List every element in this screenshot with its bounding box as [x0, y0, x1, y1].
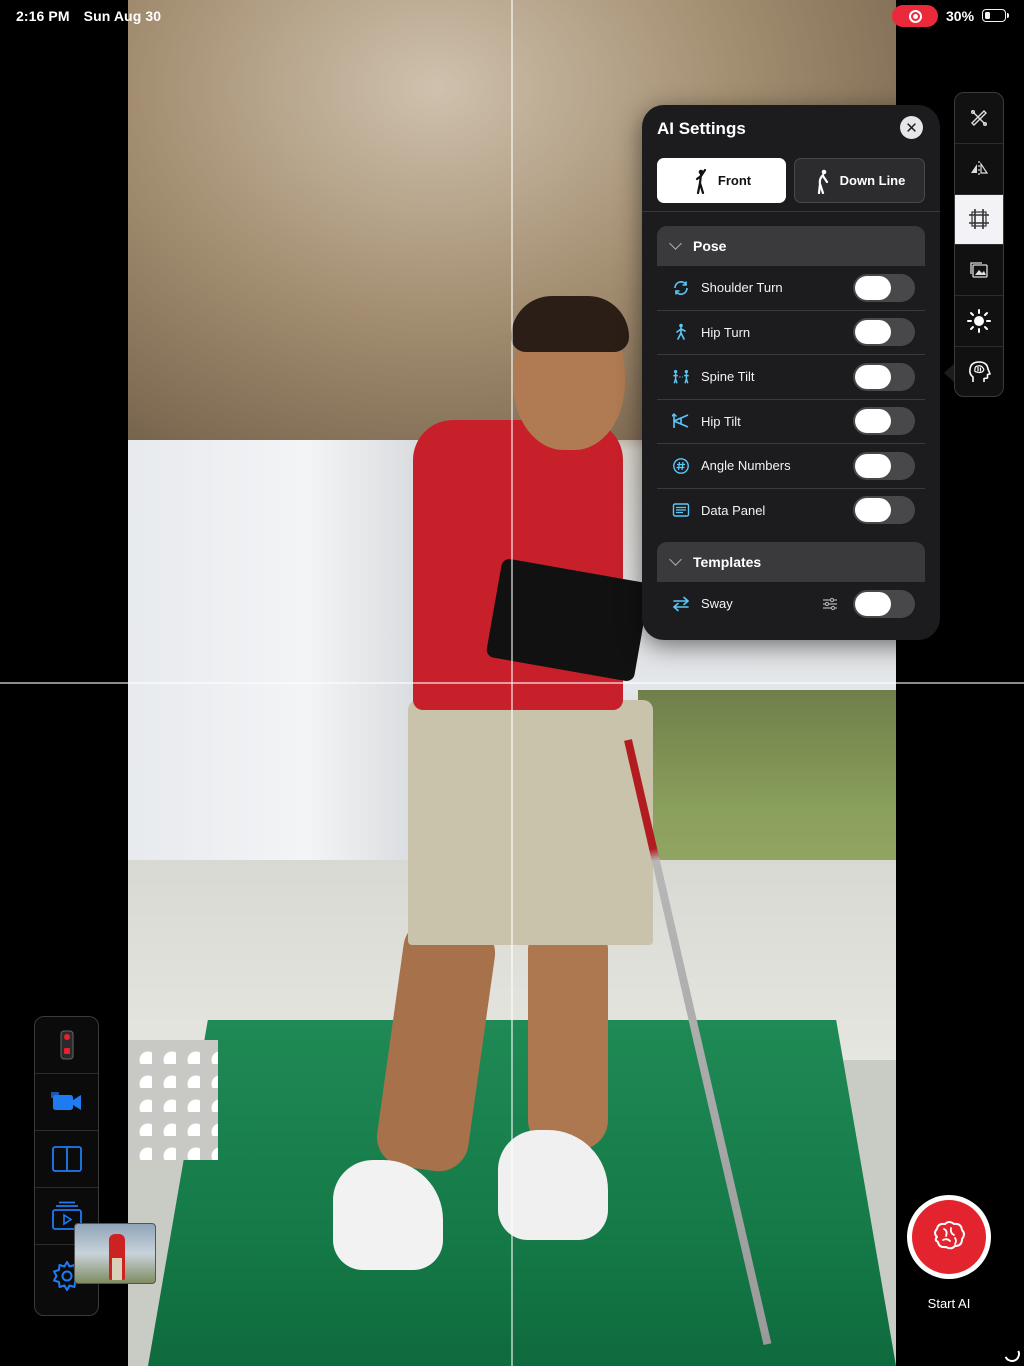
video-camera-icon [50, 1092, 81, 1110]
pose-row-label: Hip Turn [701, 324, 751, 340]
drawing-tools-icon [971, 109, 987, 126]
pose-row-label: Angle Numbers [701, 458, 791, 474]
status-bar: 2:16 PM Sun Aug 30 30% [0, 0, 1024, 32]
adjust-sliders-icon[interactable] [821, 595, 839, 613]
spine-tilt-icon [671, 367, 691, 387]
record-icon [908, 9, 922, 23]
pose-row-data-panel: Data Panel [657, 487, 925, 532]
pose-row-label: Shoulder Turn [701, 280, 783, 296]
data-panel-icon [671, 500, 691, 520]
data-panel-toggle[interactable] [853, 496, 915, 525]
activity-indicator-icon [1001, 1343, 1023, 1365]
battery-icon [982, 9, 1009, 22]
start-ai-label: Start AI [927, 1296, 971, 1311]
toggle-knob [855, 498, 891, 523]
ai-settings-panel: AI Settings ✕ Front Down Line Pose Shoul… [642, 105, 940, 640]
pose-row-hip-tilt: Hip Tilt [657, 398, 925, 443]
brightness-icon [967, 309, 991, 334]
spine-tilt-toggle[interactable] [853, 362, 915, 391]
toggle-knob [855, 453, 891, 478]
battery-percentage: 30% [946, 8, 975, 24]
flip-button[interactable] [955, 144, 1003, 195]
sway-toggle[interactable] [853, 589, 915, 618]
pose-section-header[interactable]: Pose [657, 226, 925, 265]
camera-person-shorts [408, 700, 653, 945]
panel-divider [642, 211, 940, 212]
shoulder-turn-toggle[interactable] [853, 273, 915, 302]
picture-in-picture-icon [970, 262, 988, 278]
remote-icon [60, 1030, 73, 1060]
pose-row-label: Spine Tilt [701, 369, 755, 385]
recent-video-thumbnail[interactable] [74, 1223, 156, 1284]
grid-icon [969, 209, 989, 230]
camera-person-leg [528, 920, 608, 1150]
chevron-down-icon [669, 553, 682, 566]
hip-turn-icon [671, 322, 691, 342]
split-view-button[interactable] [35, 1131, 98, 1188]
start-ai-button-inner [912, 1200, 986, 1274]
status-time-date: 2:16 PM Sun Aug 30 [16, 8, 171, 24]
pose-row-label: Data Panel [701, 502, 766, 518]
toggle-knob [855, 364, 891, 389]
grid-button[interactable] [955, 194, 1003, 246]
picture-in-picture-button[interactable] [955, 245, 1003, 297]
templates-section: Templates Sway [657, 542, 925, 626]
template-row-label: Sway [701, 596, 733, 612]
panel-pointer [944, 364, 954, 382]
pose-row-label: Hip Tilt [701, 413, 741, 429]
toggle-knob [855, 409, 891, 434]
ai-brain-head-icon [969, 361, 991, 383]
sway-icon [671, 594, 691, 614]
pose-row-shoulder-turn: Shoulder Turn [657, 265, 925, 310]
pose-row-spine-tilt: Spine Tilt [657, 354, 925, 399]
ai-settings-button[interactable] [955, 347, 1003, 396]
pose-row-hip-turn: Hip Turn [657, 309, 925, 354]
brain-icon [934, 1221, 965, 1250]
chevron-down-icon [669, 237, 682, 250]
golfer-down-line-icon [817, 169, 828, 194]
hip-tilt-icon [671, 411, 691, 431]
split-view-icon [51, 1146, 82, 1172]
golfer-front-icon [695, 168, 706, 194]
start-ai-button[interactable] [907, 1195, 991, 1279]
angle-numbers-toggle[interactable] [853, 451, 915, 480]
pose-section-title: Pose [693, 237, 727, 254]
toggle-knob [855, 320, 891, 345]
camera-person-hair [511, 296, 629, 352]
panel-title: AI Settings [657, 119, 746, 138]
grid-line-horizontal [0, 682, 1024, 684]
hip-turn-toggle[interactable] [853, 318, 915, 347]
view-segmented-control: Front Down Line [657, 158, 925, 203]
templates-section-header[interactable]: Templates [657, 542, 925, 581]
remote-button[interactable] [35, 1017, 98, 1074]
shoulder-turn-icon [671, 278, 691, 298]
toggle-knob [855, 591, 891, 616]
camera-golf-balls [128, 1040, 218, 1160]
camera-wall [128, 440, 428, 870]
pose-row-angle-numbers: Angle Numbers [657, 443, 925, 488]
status-time: 2:16 PM [16, 8, 70, 24]
close-button[interactable]: ✕ [900, 116, 923, 139]
angle-numbers-icon [671, 456, 691, 476]
templates-section-title: Templates [693, 553, 762, 570]
tab-down-line[interactable]: Down Line [794, 158, 925, 203]
status-date: Sun Aug 30 [83, 8, 162, 24]
tab-front[interactable]: Front [657, 158, 786, 203]
pose-section: Pose Shoulder Turn Hip Turn Spine Tilt H… [657, 226, 925, 532]
brightness-button[interactable] [955, 296, 1003, 347]
template-row-sway: Sway [657, 581, 925, 626]
tab-front-label: Front [717, 173, 752, 188]
right-toolbar [954, 92, 1004, 397]
toggle-knob [855, 275, 891, 300]
hip-tilt-toggle[interactable] [853, 407, 915, 436]
drawing-tools-button[interactable] [955, 93, 1003, 144]
video-camera-button[interactable] [35, 1074, 98, 1131]
thumbnail-person [109, 1234, 125, 1280]
screen-recording-indicator[interactable] [892, 5, 938, 27]
flip-icon [971, 160, 989, 177]
close-icon: ✕ [905, 119, 918, 137]
tab-down-line-label: Down Line [839, 173, 906, 188]
